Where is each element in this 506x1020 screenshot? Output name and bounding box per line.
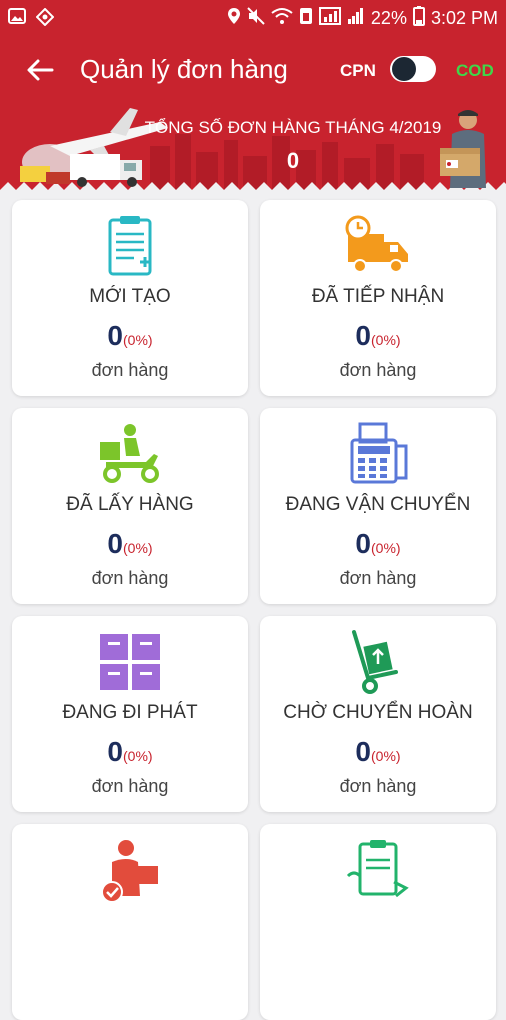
card-row4-right[interactable] (260, 824, 496, 1020)
card-unit: đơn hàng (91, 568, 169, 588)
count-percent: (0%) (123, 748, 153, 764)
card-da-tiep-nhan[interactable]: ĐÃ TIẾP NHẬN 0(0%) đơn hàng (260, 200, 496, 396)
back-arrow-icon[interactable] (22, 52, 58, 88)
count-number: 0 (107, 736, 123, 767)
stacked-boxes-icon (100, 634, 160, 690)
count-number: 0 (355, 320, 371, 351)
count-number: 0 (355, 528, 371, 559)
card-unit: đơn hàng (339, 568, 417, 588)
card-count: 0(0%) (12, 528, 248, 560)
person-delivered-icon (101, 840, 158, 903)
mute-icon (247, 7, 265, 30)
page-title: Quản lý đơn hàng (80, 54, 288, 84)
count-percent: (0%) (371, 748, 401, 764)
sim-icon (299, 7, 313, 30)
card-unit: đơn hàng (91, 776, 169, 796)
card-count: 0(0%) (260, 320, 496, 352)
cpn-cod-toggle[interactable] (390, 56, 436, 82)
battery-icon (412, 6, 425, 31)
card-label: CHỜ CHUYỂN HOÀN (283, 702, 473, 723)
gallery-notification-icon (8, 8, 26, 31)
banner-text: TỔNG SỐ ĐƠN HÀNG THÁNG 4/2019 0 (0, 118, 506, 174)
card-label: MỚI TẠO (89, 286, 171, 307)
card-dang-di-phat[interactable]: ĐANG ĐI PHÁT 0(0%) đơn hàng (12, 616, 248, 812)
count-number: 0 (107, 320, 123, 351)
count-number: 0 (107, 528, 123, 559)
card-row4-left[interactable] (12, 824, 248, 1020)
delivery-truck-icon (345, 215, 408, 273)
clipboard-new-icon (108, 216, 152, 276)
card-label: ĐANG ĐI PHÁT (62, 702, 198, 723)
location-icon (227, 7, 241, 30)
status-grid: MỚI TẠO 0(0%) đơn hàng ĐÃ TIẾP NHẬN 0(0%… (0, 190, 506, 1020)
signal-box-icon (318, 7, 341, 30)
clipboard-return-icon (346, 840, 409, 898)
signal-strength-icon (347, 7, 365, 30)
card-label: ĐÃ LẤY HÀNG (66, 494, 194, 515)
count-number: 0 (355, 736, 371, 767)
card-count: 0(0%) (12, 736, 248, 768)
scooter-courier-icon (100, 424, 159, 483)
hand-truck-icon (352, 630, 398, 694)
toggle-knob (392, 57, 416, 81)
wifi-icon (271, 7, 293, 30)
card-moi-tao[interactable]: MỚI TẠO 0(0%) đơn hàng (12, 200, 248, 396)
card-count: 0(0%) (260, 736, 496, 768)
card-dang-van-chuyen[interactable]: ĐANG VẬN CHUYỂN 0(0%) đơn hàng (260, 408, 496, 604)
card-count: 0(0%) (12, 320, 248, 352)
status-bar-right: 22% 3:02 PM (227, 6, 498, 31)
cod-label: COD (456, 61, 494, 80)
status-bar: 22% 3:02 PM (0, 0, 506, 34)
count-percent: (0%) (371, 332, 401, 348)
card-unit: đơn hàng (339, 776, 417, 796)
clock-time: 3:02 PM (430, 8, 498, 28)
summary-banner: TỔNG SỐ ĐƠN HÀNG THÁNG 4/2019 0 (0, 106, 506, 190)
app-notification-icon (35, 7, 55, 31)
card-da-lay-hang[interactable]: ĐÃ LẤY HÀNG 0(0%) đơn hàng (12, 408, 248, 604)
battery-percent: 22% (370, 8, 407, 28)
card-count: 0(0%) (260, 528, 496, 560)
cpn-label: CPN (340, 61, 376, 80)
count-percent: (0%) (371, 540, 401, 556)
monthly-total-label: TỔNG SỐ ĐƠN HÀNG THÁNG 4/2019 (144, 118, 442, 137)
card-unit: đơn hàng (91, 360, 169, 380)
card-unit: đơn hàng (339, 360, 417, 380)
card-label: ĐÃ TIẾP NHẬN (311, 286, 445, 307)
count-percent: (0%) (123, 540, 153, 556)
card-cho-chuyen-hoan[interactable]: CHỜ CHUYỂN HOÀN 0(0%) đơn hàng (260, 616, 496, 812)
count-percent: (0%) (123, 332, 153, 348)
app-bar: Quản lý đơn hàng CPN COD (0, 34, 506, 106)
status-bar-left (8, 7, 55, 31)
monthly-total-value: 0 (286, 148, 300, 173)
card-label: ĐANG VẬN CHUYỂN (285, 494, 471, 515)
fax-machine-icon (350, 422, 408, 484)
